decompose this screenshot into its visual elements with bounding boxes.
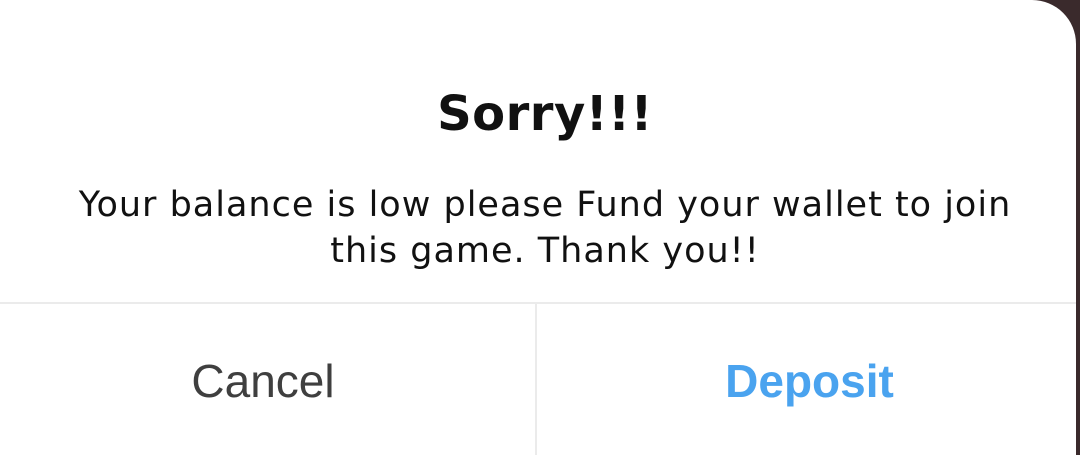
cancel-button[interactable]: Cancel [0,304,526,455]
dialog-title: Sorry!!! [437,86,653,142]
cancel-button-label: Cancel [191,354,335,407]
deposit-button-label: Deposit [725,354,894,407]
deposit-button[interactable]: Deposit [537,304,1076,455]
dialog-message: Your balance is low please Fund your wal… [78,185,1012,271]
alert-dialog: Sorry!!! Your balance is low please Fund… [0,0,1076,455]
